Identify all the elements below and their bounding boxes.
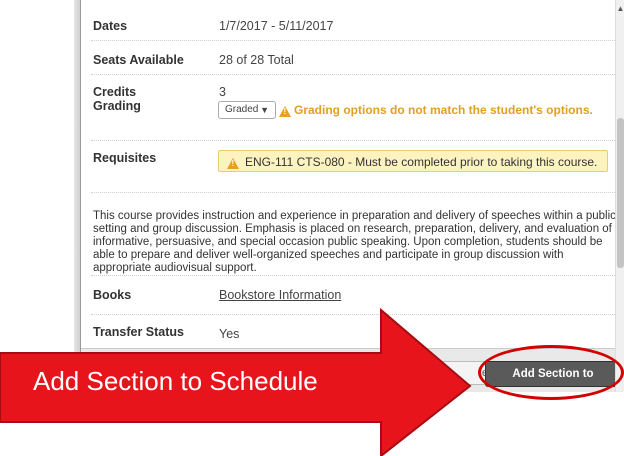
- highlight-circle: [478, 345, 624, 400]
- arrow-annotation-text: Add Section to Schedule: [33, 366, 318, 396]
